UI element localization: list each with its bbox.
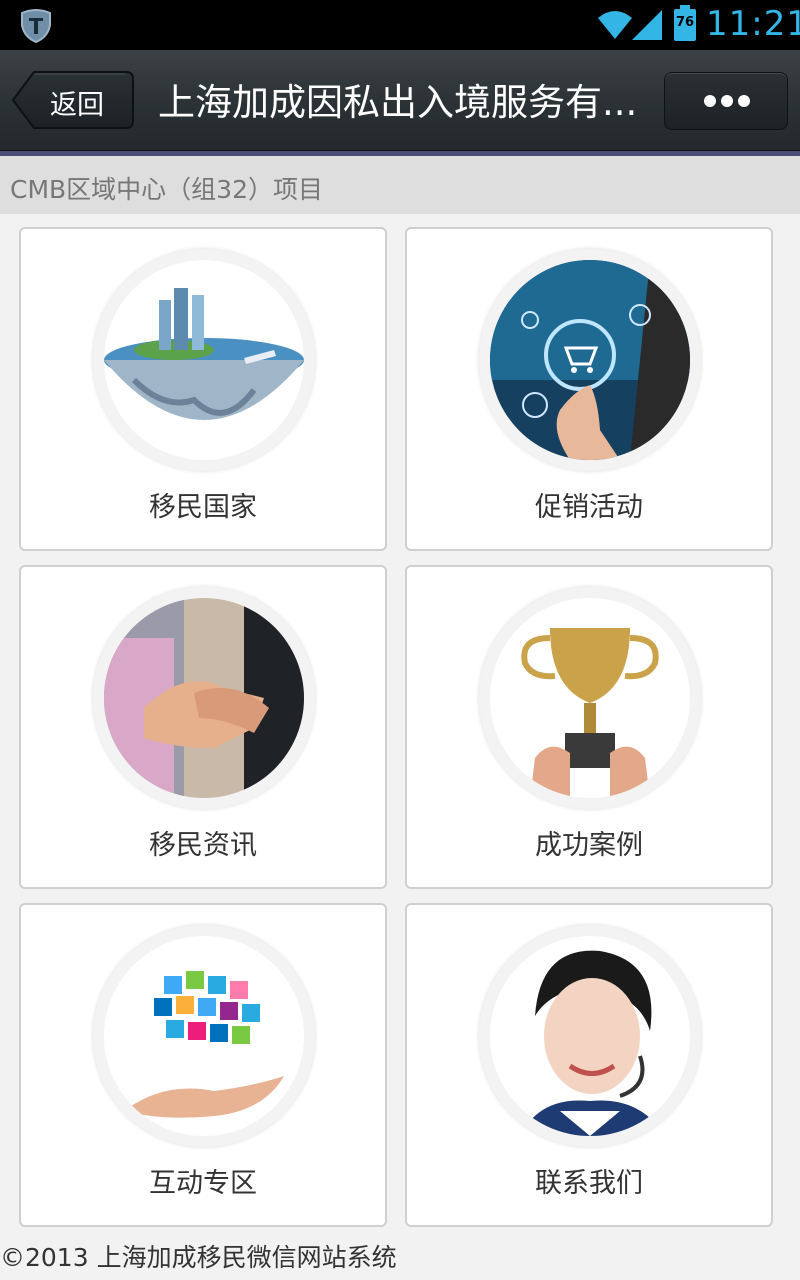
- trophy-image: [490, 598, 690, 798]
- handshake-image: [104, 598, 304, 798]
- tile-label: 互动专区: [149, 1168, 257, 1199]
- page-title: 上海加成因私出入境服务有...: [158, 81, 638, 124]
- tile-label: 促销活动: [535, 492, 643, 523]
- title-bar: 返回 上海加成因私出入境服务有...: [0, 50, 800, 156]
- battery-level: 76: [675, 15, 695, 30]
- status-bar: 76 11:21: [0, 0, 800, 50]
- tile-immigration-countries[interactable]: 移民国家: [19, 227, 387, 551]
- back-button-label: 返回: [50, 90, 104, 121]
- tile-label: 移民国家: [149, 492, 257, 523]
- shopping-cart-touch-image: [490, 260, 690, 460]
- back-button[interactable]: 返回: [12, 71, 134, 129]
- battery-icon: 76: [674, 5, 696, 41]
- customer-service-agent-image: [490, 936, 690, 1136]
- tile-image-frame: [93, 925, 315, 1147]
- more-dots-icon: [704, 95, 750, 107]
- globe-city-image: [104, 260, 304, 460]
- tile-contact-us[interactable]: 联系我们: [405, 903, 773, 1227]
- footer-copyright: ©2013 上海加成移民微信网站系统: [0, 1243, 397, 1272]
- app-icons-hand-image: [104, 936, 304, 1136]
- section-header: CMB区域中心（组32）项目: [0, 156, 800, 214]
- tile-promotions[interactable]: 促销活动: [405, 227, 773, 551]
- signal-icon: [632, 10, 662, 40]
- shield-app-icon: [21, 9, 51, 43]
- clock: 11:21: [706, 4, 800, 44]
- tile-label: 成功案例: [535, 830, 643, 861]
- tile-immigration-news[interactable]: 移民资讯: [19, 565, 387, 889]
- section-title: CMB区域中心（组32）项目: [10, 175, 323, 204]
- tile-label: 联系我们: [535, 1168, 643, 1199]
- wifi-icon: [598, 11, 632, 39]
- tile-image-frame: [93, 249, 315, 471]
- more-button[interactable]: [664, 72, 788, 130]
- tile-success-cases[interactable]: 成功案例: [405, 565, 773, 889]
- tile-label: 移民资讯: [149, 830, 257, 861]
- tile-interactive-zone[interactable]: 互动专区: [19, 903, 387, 1227]
- tile-image-frame: [479, 249, 701, 471]
- tile-image-frame: [93, 587, 315, 809]
- tile-image-frame: [479, 925, 701, 1147]
- tile-image-frame: [479, 587, 701, 809]
